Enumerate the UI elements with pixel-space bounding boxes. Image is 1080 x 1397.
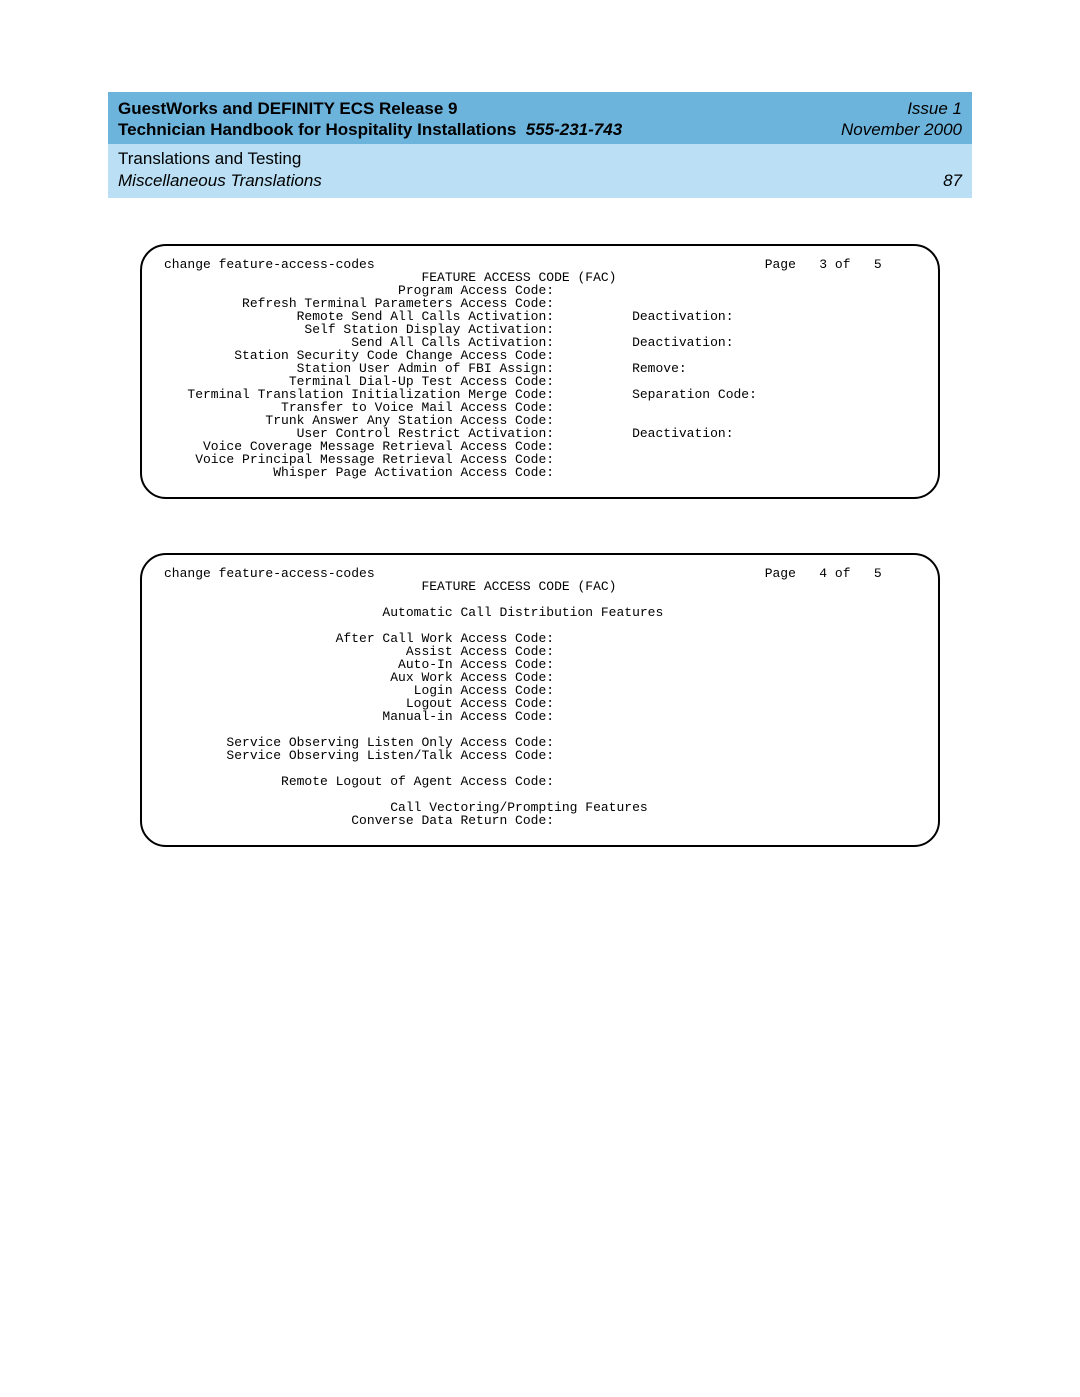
page-number: 87 xyxy=(943,170,962,192)
terminal-text-2: change feature-access-codes Page 4 of 5 … xyxy=(164,567,916,827)
doc-number: 555-231-743 xyxy=(526,120,622,139)
terminal-screen-1: change feature-access-codes Page 3 of 5 … xyxy=(140,244,940,499)
subsection-title: Miscellaneous Translations xyxy=(118,170,322,192)
page-header: GuestWorks and DEFINITY ECS Release 9 Te… xyxy=(108,92,972,198)
header-bottom-right: 87 xyxy=(943,148,962,192)
issue-date: November 2000 xyxy=(841,119,962,140)
product-title: GuestWorks and DEFINITY ECS Release 9 xyxy=(118,98,622,119)
header-top-band: GuestWorks and DEFINITY ECS Release 9 Te… xyxy=(108,92,972,144)
issue-label: Issue 1 xyxy=(841,98,962,119)
header-bottom-band: Translations and Testing Miscellaneous T… xyxy=(108,144,972,198)
section-title: Translations and Testing xyxy=(118,148,322,170)
terminal-text-1: change feature-access-codes Page 3 of 5 … xyxy=(164,258,916,479)
header-top-right: Issue 1 November 2000 xyxy=(841,98,962,141)
document-page: GuestWorks and DEFINITY ECS Release 9 Te… xyxy=(0,0,1080,1397)
header-bottom-left: Translations and Testing Miscellaneous T… xyxy=(118,148,322,192)
header-top-left: GuestWorks and DEFINITY ECS Release 9 Te… xyxy=(118,98,622,141)
terminal-screens: change feature-access-codes Page 3 of 5 … xyxy=(0,244,1080,847)
terminal-screen-2: change feature-access-codes Page 4 of 5 … xyxy=(140,553,940,847)
handbook-title: Technician Handbook for Hospitality Inst… xyxy=(118,119,622,140)
